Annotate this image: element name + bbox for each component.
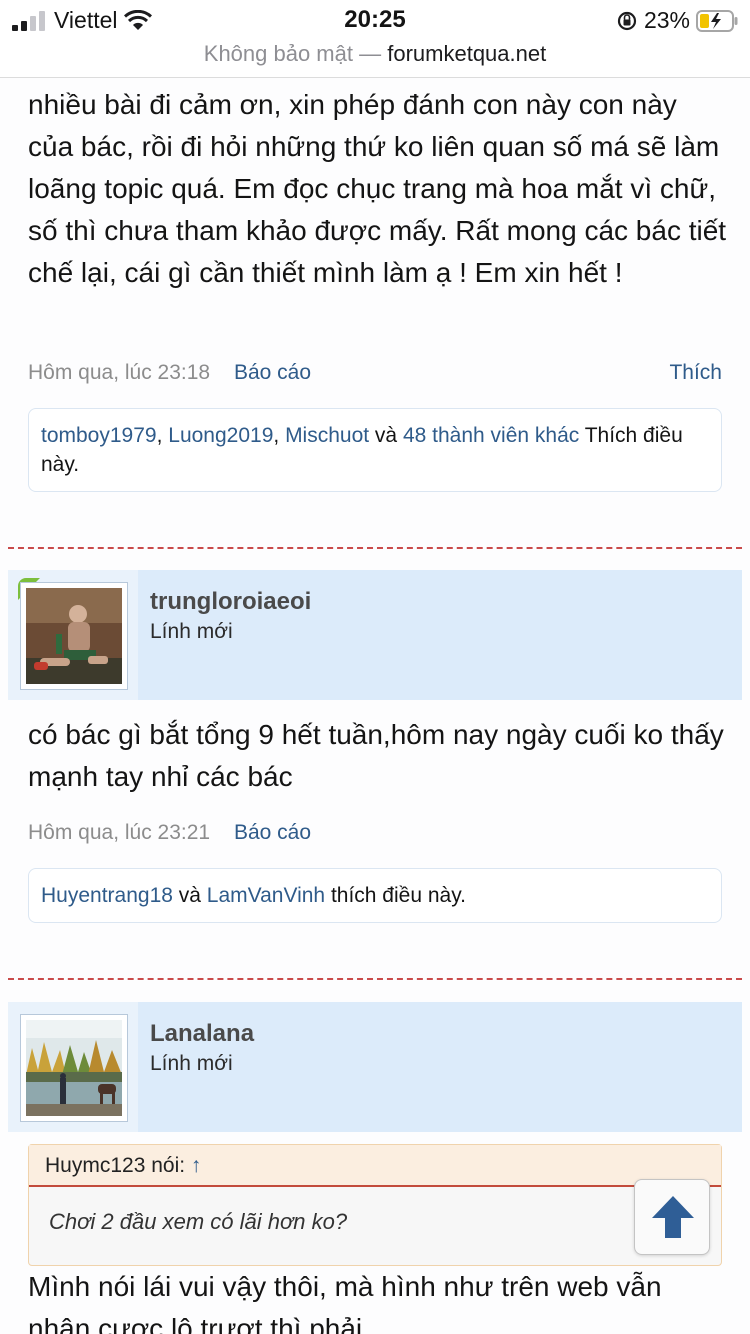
post-message: nhiều bài đi cảm ơn, xin phép đánh con n… xyxy=(28,89,727,288)
quote-text: Chơi 2 đầu xem có lãi hơn ko? xyxy=(49,1209,348,1234)
quote-source-arrow-icon[interactable]: ↑ xyxy=(191,1154,202,1177)
likes-separator: , xyxy=(273,424,286,447)
post-separator xyxy=(8,547,742,549)
avatar[interactable] xyxy=(20,582,128,690)
report-link[interactable]: Báo cáo xyxy=(234,361,311,384)
url-domain: forumketqua.net xyxy=(387,41,547,66)
avatar-container xyxy=(8,1002,138,1132)
liker-link[interactable]: tomboy1979 xyxy=(41,424,157,447)
other-likers-link[interactable]: 48 thành viên khác xyxy=(403,424,579,447)
post-separator xyxy=(8,978,742,980)
scroll-top-arrow-icon xyxy=(652,1196,694,1238)
quote-author: Huymc123 nói: xyxy=(45,1154,191,1177)
post-username[interactable]: Lanalana xyxy=(150,1020,254,1048)
post-meta: Hôm qua, lúc 23:18 Báo cáo Thích xyxy=(28,361,722,391)
scroll-top-button[interactable] xyxy=(634,1179,710,1255)
post-message: có bác gì bắt tổng 9 hết tuần,hôm nay ng… xyxy=(28,719,724,792)
battery-percent: 23% xyxy=(643,7,690,33)
status-bar: Viettel 20:25 23% xyxy=(0,0,750,42)
post-user-header: Lanalana Lính mới xyxy=(8,1002,742,1132)
user-rank: Lính mới xyxy=(150,620,233,643)
likes-summary: Huyentrang18 và LamVanVinh thích điều nà… xyxy=(28,868,722,923)
likes-summary: tomboy1979, Luong2019, Mischuot và 48 th… xyxy=(28,408,722,492)
post-username[interactable]: trungloroiaeoi xyxy=(150,588,311,616)
likes-suffix: thích điều này. xyxy=(325,884,466,907)
avatar-image xyxy=(26,1020,122,1116)
avatar[interactable] xyxy=(20,1014,128,1122)
battery-charging-icon xyxy=(696,9,738,32)
liker-link[interactable]: Huyentrang18 xyxy=(41,884,173,907)
orientation-lock-icon xyxy=(617,11,637,30)
report-link[interactable]: Báo cáo xyxy=(234,821,311,844)
likes-and: và xyxy=(172,884,207,907)
quote-block: Huymc123 nói: ↑ Chơi 2 đầu xem có lãi hơ… xyxy=(28,1144,722,1266)
likes-separator: , xyxy=(156,424,169,447)
user-rank: Lính mới xyxy=(150,1052,233,1075)
avatar-container xyxy=(8,570,138,700)
post-meta: Hôm qua, lúc 23:21 Báo cáo xyxy=(28,821,722,851)
like-link[interactable]: Thích xyxy=(669,361,722,385)
avatar-image xyxy=(26,588,122,684)
liker-link[interactable]: Mischuot xyxy=(285,424,369,447)
thread-content: nhiều bài đi cảm ơn, xin phép đánh con n… xyxy=(0,78,750,1334)
likes-and: và xyxy=(369,424,403,447)
post-message: Mình nói lái vui vậy thôi, mà hình như t… xyxy=(28,1271,662,1334)
liker-link[interactable]: Luong2019 xyxy=(168,424,273,447)
quote-header: Huymc123 nói: ↑ xyxy=(29,1145,721,1187)
status-right: 23% xyxy=(616,7,738,34)
post-timestamp[interactable]: Hôm qua, lúc 23:21 xyxy=(28,821,210,844)
security-label: Không bảo mật — xyxy=(203,41,382,66)
liker-link[interactable]: LamVanVinh xyxy=(207,884,325,907)
post-timestamp[interactable]: Hôm qua, lúc 23:18 xyxy=(28,361,210,384)
url-bar[interactable]: Không bảo mật — forumketqua.net xyxy=(0,38,750,78)
post-user-header: trungloroiaeoi Lính mới xyxy=(8,570,742,700)
